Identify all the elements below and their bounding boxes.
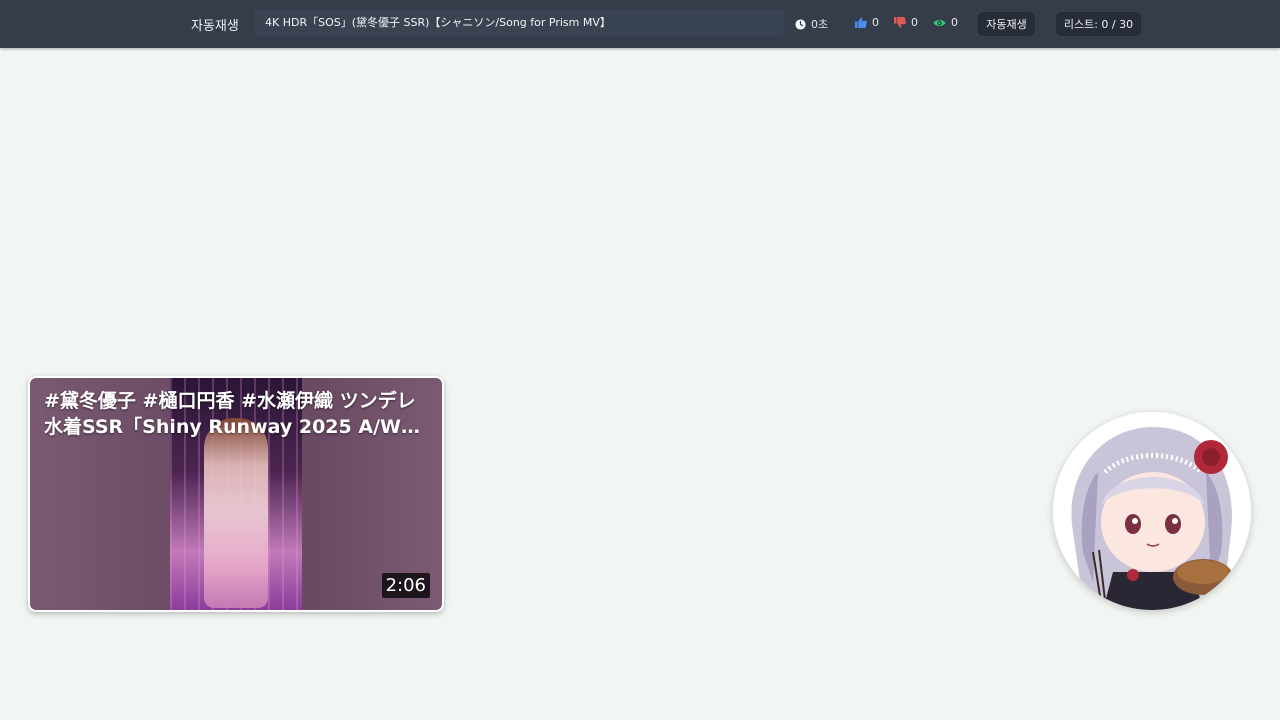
eye-icon [933,19,946,26]
mascot-avatar[interactable] [1053,412,1251,610]
dislike-count[interactable]: 0 [894,16,918,29]
view-value: 0 [951,16,958,29]
dislike-value: 0 [911,16,918,29]
video-card[interactable]: #黛冬優子 #樋口円香 #水瀬伊織 ツンデレ 水着SSR「Shiny Runwa… [28,376,444,612]
video-title[interactable]: #黛冬優子 #樋口円香 #水瀬伊織 ツンデレ 水着SSR「Shiny Runwa… [44,388,432,440]
thumbs-down-icon[interactable] [894,17,906,28]
clock-icon [795,18,806,30]
playlist-button[interactable]: 리스트: 0 / 30 [1056,12,1141,36]
video-duration: 2:06 [381,573,430,598]
autoplay-button[interactable]: 자동재생 [978,12,1035,36]
view-count: 0 [933,16,958,29]
mascot-illustration [1053,412,1251,610]
now-playing-title: 4K HDR「SOS」(黛冬優子 SSR)【シャニソン/Song for Pri… [254,10,784,36]
like-count[interactable]: 0 [855,16,879,29]
thumbnail-figure [204,418,268,608]
elapsed-value: 0초 [811,18,829,31]
top-bar: 자동재생 4K HDR「SOS」(黛冬優子 SSR)【シャニソン/Song fo… [0,0,1280,48]
like-value: 0 [872,16,879,29]
elapsed-time: 0초 [795,16,828,32]
thumbs-up-icon[interactable] [855,17,867,28]
autoplay-label[interactable]: 자동재생 [191,15,239,34]
